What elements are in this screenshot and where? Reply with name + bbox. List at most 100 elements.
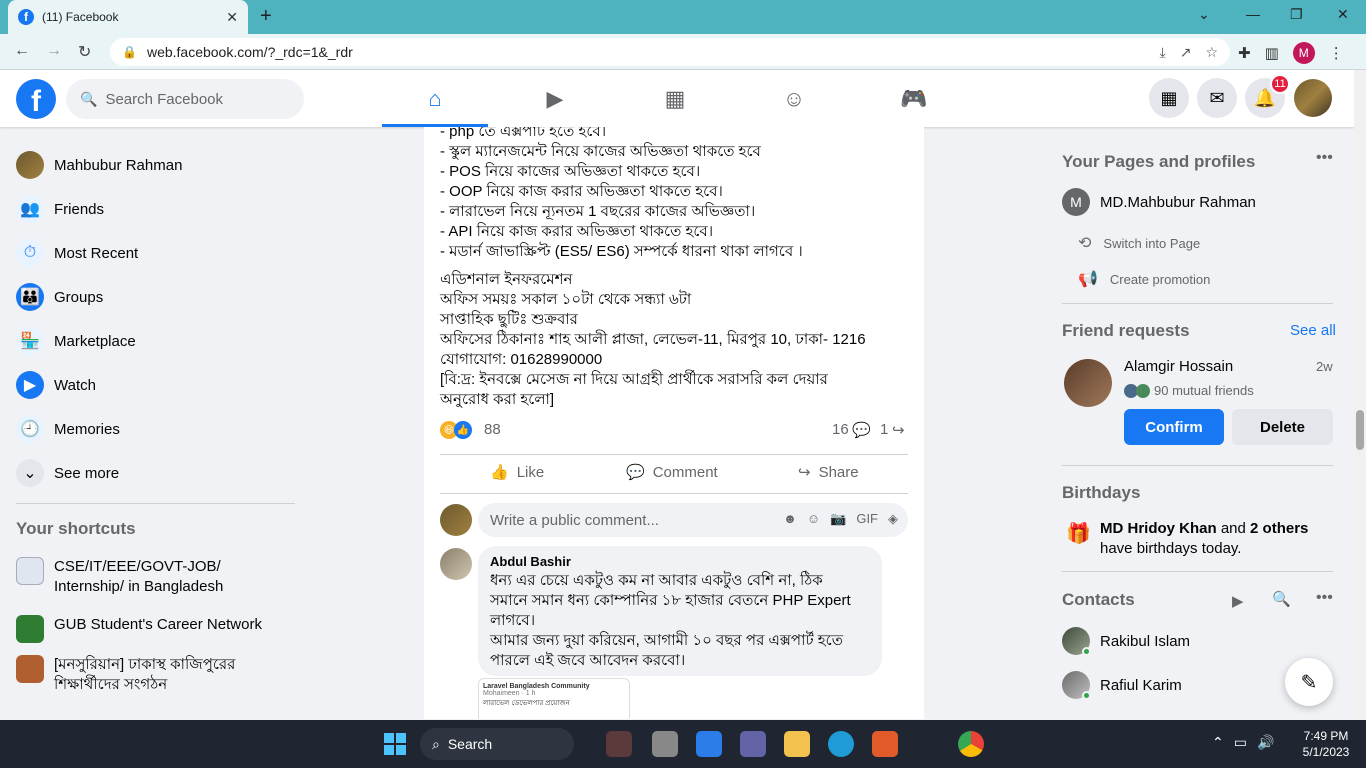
tab-search-icon[interactable]: ⌄ bbox=[1198, 6, 1210, 23]
share-count[interactable]: 1 bbox=[880, 421, 888, 438]
sidebar-item-profile[interactable]: Mahbubur Rahman bbox=[8, 143, 288, 187]
contact-search-icon[interactable]: 🔍 bbox=[1272, 590, 1291, 608]
widgets-icon[interactable] bbox=[696, 731, 722, 757]
share-button[interactable]: ↪ Share bbox=[798, 463, 859, 482]
sidebar-item-memories[interactable]: 🕘 Memories bbox=[8, 407, 288, 451]
create-promotion[interactable]: 📢 Create promotion bbox=[1078, 269, 1210, 289]
browser-menu-icon[interactable]: ⋮ bbox=[1329, 44, 1344, 62]
tray-chevron-icon[interactable]: ⌃ bbox=[1212, 734, 1224, 751]
switch-into-page[interactable]: ⟲ Switch into Page bbox=[1078, 233, 1200, 253]
browser-tab[interactable]: f (11) Facebook ✕ bbox=[8, 0, 248, 34]
contact-name: Rakibul Islam bbox=[1100, 632, 1191, 650]
sidebar-item-groups[interactable]: 👪 Groups bbox=[8, 275, 288, 319]
comment-line: লাগবে। bbox=[490, 612, 536, 629]
birthday-text[interactable]: MD Hridoy Khan and 2 others have birthda… bbox=[1100, 519, 1330, 559]
side-panel-icon[interactable]: ▥ bbox=[1265, 44, 1279, 62]
home-icon[interactable]: ⌂ bbox=[420, 84, 450, 114]
search-input[interactable]: 🔍 Search Facebook bbox=[66, 79, 304, 119]
window-close-icon[interactable]: ✕ bbox=[1337, 6, 1349, 23]
edge-icon[interactable] bbox=[828, 731, 854, 757]
windows-start-icon[interactable] bbox=[384, 733, 406, 755]
back-icon[interactable]: ← bbox=[14, 42, 30, 60]
minimize-icon[interactable]: — bbox=[1246, 6, 1260, 22]
page-scrollbar[interactable] bbox=[1354, 70, 1366, 720]
contacts-more-icon[interactable]: ••• bbox=[1316, 589, 1333, 607]
emoji-icon[interactable]: ☺ bbox=[807, 511, 820, 527]
camera-icon[interactable]: 📷 bbox=[830, 511, 846, 527]
like-button[interactable]: 👍 Like bbox=[490, 463, 544, 482]
sidebar-item-friends[interactable]: 👥 Friends bbox=[8, 187, 288, 231]
sticker-icon[interactable]: ◈ bbox=[888, 511, 898, 527]
install-icon[interactable]: ⤓ bbox=[1160, 44, 1166, 61]
search-icon: 🔍 bbox=[80, 90, 98, 107]
reload-icon[interactable]: ↻ bbox=[78, 42, 91, 62]
sidebar-item-see-more[interactable]: ⌄ See more bbox=[8, 451, 288, 495]
comment-button[interactable]: 💬 Comment bbox=[626, 463, 718, 482]
sidebar-item-marketplace[interactable]: 🏪 Marketplace bbox=[8, 319, 288, 363]
requester-name[interactable]: Alamgir Hossain bbox=[1124, 358, 1233, 375]
volume-icon[interactable]: 🔊 bbox=[1257, 734, 1274, 751]
left-sidebar: Mahbubur Rahman 👥 Friends ⏱ Most Recent … bbox=[8, 127, 298, 719]
birthday-name: MD Hridoy Khan bbox=[1100, 520, 1217, 537]
close-tab-icon[interactable]: ✕ bbox=[226, 9, 238, 26]
new-tab-icon[interactable]: + bbox=[260, 5, 272, 28]
gaming-icon[interactable]: 🎮 bbox=[899, 84, 929, 114]
sidebar-item-label: Mahbubur Rahman bbox=[54, 156, 183, 174]
scrollbar-thumb[interactable] bbox=[1356, 410, 1364, 450]
file-explorer-icon[interactable] bbox=[784, 731, 810, 757]
task-view-icon[interactable] bbox=[652, 731, 678, 757]
forward-icon[interactable]: → bbox=[46, 42, 62, 60]
watch-video-icon[interactable]: ▶ bbox=[540, 84, 570, 114]
post-line: - মডার্ন জাভাস্ক্রিপ্ট (ES5/ ES6) সম্পর্… bbox=[440, 243, 803, 260]
shortcut-item[interactable]: [মনসুরিয়ান] ঢাকাস্থ কাজিপুরের শিক্ষার্থ… bbox=[16, 655, 286, 695]
like-reaction-icon[interactable]: 👍 bbox=[454, 421, 472, 439]
messenger-icon[interactable]: ✉ bbox=[1197, 78, 1237, 118]
menu-grid-icon[interactable]: ▦ bbox=[1149, 78, 1189, 118]
more-options-icon[interactable]: ••• bbox=[1316, 149, 1333, 167]
contact-item[interactable]: Rakibul Islam bbox=[1062, 627, 1191, 656]
marketplace-store-icon[interactable]: ▦ bbox=[660, 84, 690, 114]
maximize-icon[interactable]: ❐ bbox=[1290, 6, 1303, 23]
shortcut-item[interactable]: GUB Student's Career Network bbox=[16, 615, 286, 643]
see-all-link[interactable]: See all bbox=[1290, 322, 1336, 339]
reactions-bar: 😆 👍 88 16 💬 1 ↪ bbox=[440, 421, 908, 441]
account-avatar[interactable] bbox=[1294, 79, 1332, 117]
bookmark-star-icon[interactable]: ☆ bbox=[1205, 44, 1218, 61]
facebook-header: f 🔍 Search Facebook ⌂ ▶ ▦ ☺ 🎮 ▦ ✉ 🔔 11 bbox=[0, 70, 1354, 127]
shortcut-label: CSE/IT/EEE/GOVT-JOB/ Internship/ in Bang… bbox=[54, 558, 224, 595]
comment-input[interactable]: Write a public comment... ☻ ☺ 📷 GIF ◈ bbox=[478, 503, 908, 537]
shortcut-item[interactable]: CSE/IT/EEE/GOVT-JOB/ Internship/ in Bang… bbox=[16, 557, 286, 597]
delete-button[interactable]: Delete bbox=[1232, 409, 1333, 445]
reaction-count[interactable]: 88 bbox=[484, 421, 501, 438]
taskbar-search[interactable]: ⌕ Search bbox=[420, 728, 574, 760]
video-call-icon[interactable]: ▶ bbox=[1232, 592, 1244, 610]
comment-count[interactable]: 16 bbox=[832, 421, 849, 438]
contact-item[interactable]: Rafiul Karim bbox=[1062, 671, 1182, 700]
avatar-sticker-icon[interactable]: ☻ bbox=[783, 511, 797, 527]
commenter-avatar[interactable] bbox=[440, 504, 472, 536]
network-icon[interactable]: ▭ bbox=[1234, 734, 1247, 751]
gif-icon[interactable]: GIF bbox=[856, 511, 878, 527]
teams-chat-icon[interactable] bbox=[740, 731, 766, 757]
confirm-button[interactable]: Confirm bbox=[1124, 409, 1224, 445]
page-item[interactable]: M MD.Mahbubur Rahman bbox=[1062, 188, 1256, 216]
chrome-icon[interactable] bbox=[958, 731, 984, 757]
taskbar-app-icon[interactable] bbox=[606, 731, 632, 757]
new-message-icon[interactable]: ✎ bbox=[1285, 658, 1333, 706]
comment-author[interactable]: Abdul Bashir bbox=[490, 554, 870, 569]
sidebar-item-watch[interactable]: ▶ Watch bbox=[8, 363, 288, 407]
address-bar[interactable]: 🔒 web.facebook.com/?_rdc=1&_rdr ⤓ ↗ ☆ bbox=[110, 38, 1230, 66]
comment-attachment[interactable]: Laravel Bangladesh Community Mohaimeen ·… bbox=[478, 678, 630, 719]
store-icon[interactable] bbox=[872, 731, 898, 757]
extensions-puzzle-icon[interactable]: ✚ bbox=[1238, 44, 1251, 62]
taskbar-clock[interactable]: 7:49 PM 5/1/2023 bbox=[1296, 728, 1356, 760]
requester-avatar[interactable] bbox=[1064, 359, 1112, 407]
sidebar-item-most-recent[interactable]: ⏱ Most Recent bbox=[8, 231, 288, 275]
comment-author-avatar[interactable] bbox=[440, 548, 472, 580]
share-page-icon[interactable]: ↗ bbox=[1180, 44, 1192, 61]
groups-nav-icon[interactable]: ☺ bbox=[779, 84, 809, 114]
profile-avatar-button[interactable]: M bbox=[1292, 42, 1315, 64]
facebook-logo-icon[interactable]: f bbox=[16, 79, 56, 119]
sidebar-item-label: Friends bbox=[54, 200, 105, 218]
search-placeholder: Search Facebook bbox=[105, 90, 224, 108]
